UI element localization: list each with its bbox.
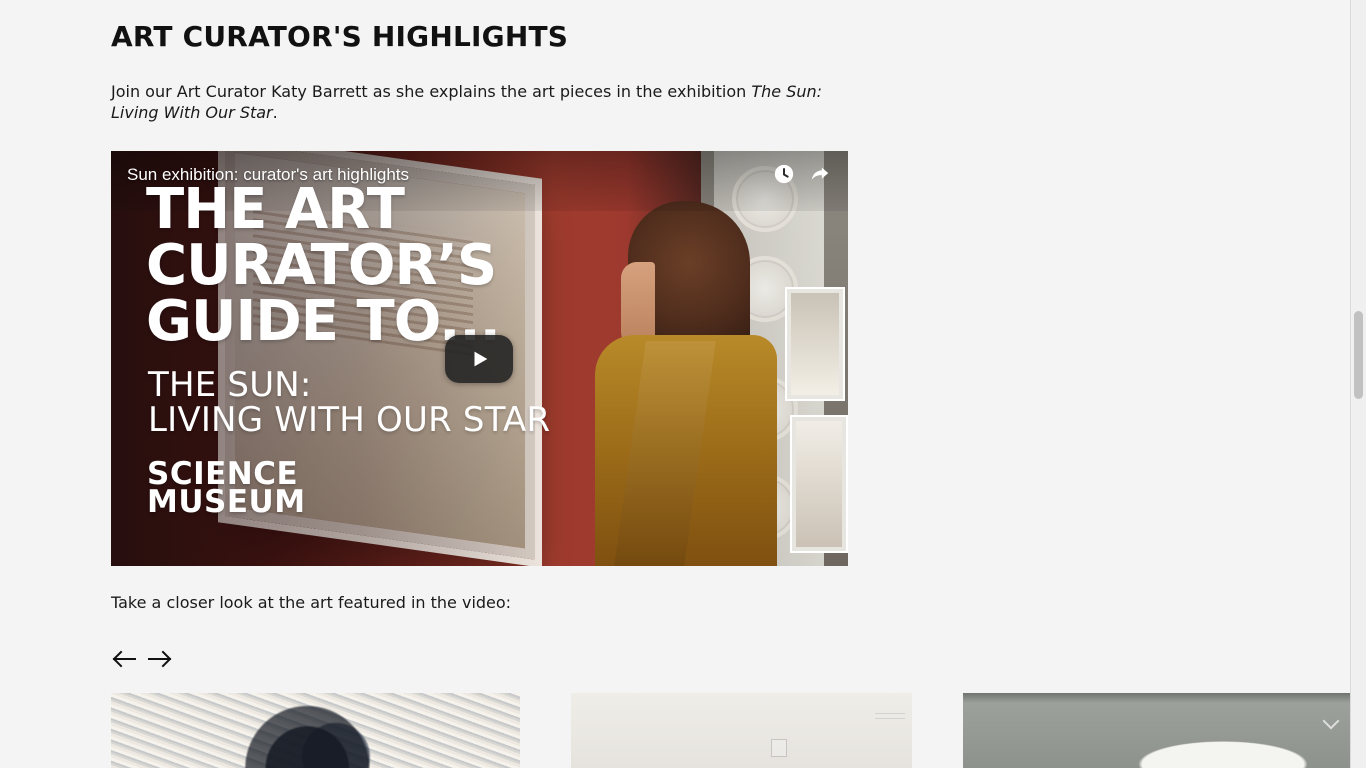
arrow-right-icon (148, 650, 172, 668)
play-icon (474, 351, 488, 367)
video-overlay-title-line: THE ART (146, 177, 405, 242)
scrollbar-thumb[interactable] (1354, 311, 1363, 399)
video-toolbar (773, 163, 831, 185)
page: ART CURATOR'S HIGHLIGHTS Join our Art Cu… (0, 0, 1366, 768)
intro-suffix: . (272, 103, 278, 122)
artwork-thumbnail[interactable] (963, 693, 1351, 768)
science-museum-logo: SCIENCE MUSEUM (147, 459, 306, 520)
arrow-left-icon (112, 650, 136, 668)
intro-text: Join our Art Curator Katy Barrett as she… (111, 81, 846, 123)
artwork-thumbnail[interactable] (571, 693, 912, 768)
video-overlay-subtitle-line: LIVING WITH OUR STAR (148, 400, 551, 440)
video-player[interactable]: Sun exhibition: curator's art highlights… (111, 151, 848, 566)
next-button[interactable] (147, 646, 173, 672)
video-overlay-title: THE ART CURATOR’S GUIDE TO... (146, 177, 501, 350)
previous-button[interactable] (111, 646, 137, 672)
clock-icon[interactable] (773, 163, 795, 185)
carousel-controls (111, 646, 173, 672)
video-overlay-title-line: CURATOR’S (146, 233, 497, 298)
vertical-scrollbar[interactable] (1350, 0, 1366, 768)
share-icon[interactable] (809, 163, 831, 185)
science-museum-logo-line: MUSEUM (147, 484, 306, 520)
play-button[interactable] (445, 335, 513, 383)
page-title: ART CURATOR'S HIGHLIGHTS (111, 20, 569, 53)
artwork-thumbnail[interactable] (111, 693, 520, 768)
carousel-caption: Take a closer look at the art featured i… (111, 593, 512, 612)
intro-prefix: Join our Art Curator Katy Barrett as she… (111, 82, 752, 101)
